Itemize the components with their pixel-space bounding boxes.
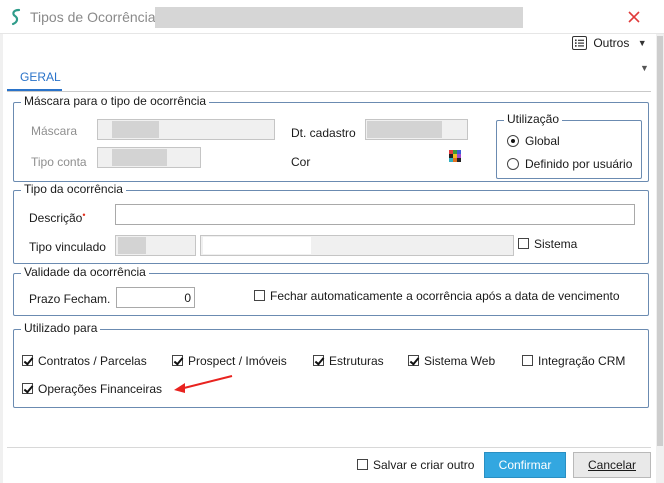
checkbox-estruturas[interactable]: Estruturas bbox=[313, 354, 384, 368]
sistema-web-label: Sistema Web bbox=[424, 354, 496, 368]
checkbox-checked-icon bbox=[408, 355, 419, 366]
contratos-label: Contratos / Parcelas bbox=[38, 354, 147, 368]
outros-label: Outros bbox=[593, 35, 630, 50]
sistema-label: Sistema bbox=[534, 237, 578, 251]
salvar-e-criar-outro-checkbox[interactable]: Salvar e criar outro bbox=[357, 458, 474, 472]
confirmar-button[interactable]: Confirmar bbox=[484, 452, 566, 478]
tab-geral[interactable]: GERAL bbox=[20, 70, 61, 84]
checkbox-checked-icon bbox=[22, 355, 33, 366]
dt-cadastro-label: Dt. cadastro bbox=[291, 126, 356, 140]
tab-divider bbox=[7, 91, 651, 92]
integracao-crm-label: Integração CRM bbox=[538, 354, 626, 368]
prazo-input[interactable]: 0 bbox=[116, 287, 195, 308]
utilizado-para-group: Utilizado para bbox=[13, 321, 649, 408]
cancelar-button[interactable]: Cancelar bbox=[573, 452, 651, 478]
window-frame bbox=[0, 34, 3, 483]
tipo-vinculado-desc-redacted bbox=[203, 237, 311, 254]
checkbox-integracao-crm[interactable]: Integração CRM bbox=[522, 354, 625, 368]
radio-definido-por-usuario[interactable]: Definido por usuário bbox=[507, 157, 632, 171]
fechar-auto-label: Fechar automaticamente a ocorrência após… bbox=[270, 289, 620, 303]
red-arrow-annotation-icon bbox=[174, 375, 233, 393]
tipo-ocorrencia-legend: Tipo da ocorrência bbox=[21, 182, 126, 196]
radio-global-label: Global bbox=[525, 134, 560, 148]
estruturas-label: Estruturas bbox=[329, 354, 384, 368]
salvar-criar-label: Salvar e criar outro bbox=[373, 458, 475, 472]
descricao-label-text: Descrição bbox=[29, 211, 83, 225]
mascara-group-legend: Máscara para o tipo de ocorrência bbox=[21, 94, 210, 108]
window-title: Tipos de Ocorrência ( bbox=[30, 9, 165, 25]
tipo-conta-label: Tipo conta bbox=[31, 155, 87, 169]
panel-expand-icon[interactable]: ▼ bbox=[640, 63, 649, 73]
dt-cadastro-redacted-value bbox=[367, 121, 442, 138]
outros-menu-button[interactable]: Outros ▼ bbox=[572, 35, 647, 55]
checkbox-checked-icon bbox=[172, 355, 183, 366]
cancelar-label: Cancelar bbox=[587, 458, 637, 472]
descricao-input[interactable] bbox=[115, 204, 635, 225]
list-menu-icon bbox=[572, 35, 587, 50]
checkbox-checked-icon bbox=[22, 383, 33, 394]
sistema-checkbox[interactable]: Sistema bbox=[518, 237, 577, 251]
checkbox-empty-icon bbox=[522, 355, 533, 366]
radio-selected-icon bbox=[507, 135, 519, 147]
checkbox-checked-icon bbox=[313, 355, 324, 366]
required-marker: • bbox=[82, 210, 86, 220]
tipo-conta-redacted-value bbox=[112, 149, 167, 166]
close-icon bbox=[628, 11, 640, 23]
title-redacted-area bbox=[155, 7, 523, 28]
checkbox-sistema-web[interactable]: Sistema Web bbox=[408, 354, 495, 368]
tipo-vinculado-label: Tipo vinculado bbox=[29, 240, 106, 254]
prospect-label: Prospect / Imóveis bbox=[188, 354, 287, 368]
checkbox-contratos-parcelas[interactable]: Contratos / Parcelas bbox=[22, 354, 147, 368]
cor-label: Cor bbox=[291, 155, 311, 169]
checkbox-operacoes-financeiras[interactable]: Operações Financeiras bbox=[22, 382, 162, 396]
fechar-auto-checkbox[interactable]: Fechar automaticamente a ocorrência após… bbox=[254, 289, 620, 303]
validade-legend: Validade da ocorrência bbox=[21, 265, 149, 279]
confirmar-label: Confirmar bbox=[498, 458, 552, 472]
radio-definido-label: Definido por usuário bbox=[525, 157, 633, 171]
utilizacao-legend: Utilização bbox=[504, 112, 563, 126]
footer-divider bbox=[7, 447, 651, 448]
operacoes-financeiras-label: Operações Financeiras bbox=[38, 382, 163, 396]
checkbox-empty-icon bbox=[357, 459, 368, 470]
mascara-label: Máscara bbox=[31, 124, 78, 138]
checkbox-empty-icon bbox=[254, 290, 265, 301]
color-picker-icon[interactable] bbox=[449, 150, 461, 162]
close-button[interactable] bbox=[610, 4, 658, 30]
tipo-vinculado-code-redacted bbox=[118, 237, 146, 254]
descricao-label: Descrição• bbox=[29, 210, 86, 225]
checkbox-empty-icon bbox=[518, 238, 529, 249]
sienge-logo-icon bbox=[11, 8, 21, 26]
utilizado-para-legend: Utilizado para bbox=[21, 321, 101, 335]
scrollbar-thumb[interactable] bbox=[657, 36, 663, 446]
checkbox-prospect-imoveis[interactable]: Prospect / Imóveis bbox=[172, 354, 287, 368]
mascara-redacted-value bbox=[112, 121, 159, 138]
radio-global[interactable]: Global bbox=[507, 134, 560, 148]
prazo-label: Prazo Fecham. bbox=[29, 292, 111, 306]
radio-unselected-icon bbox=[507, 158, 519, 170]
chevron-down-icon: ▼ bbox=[637, 37, 647, 48]
